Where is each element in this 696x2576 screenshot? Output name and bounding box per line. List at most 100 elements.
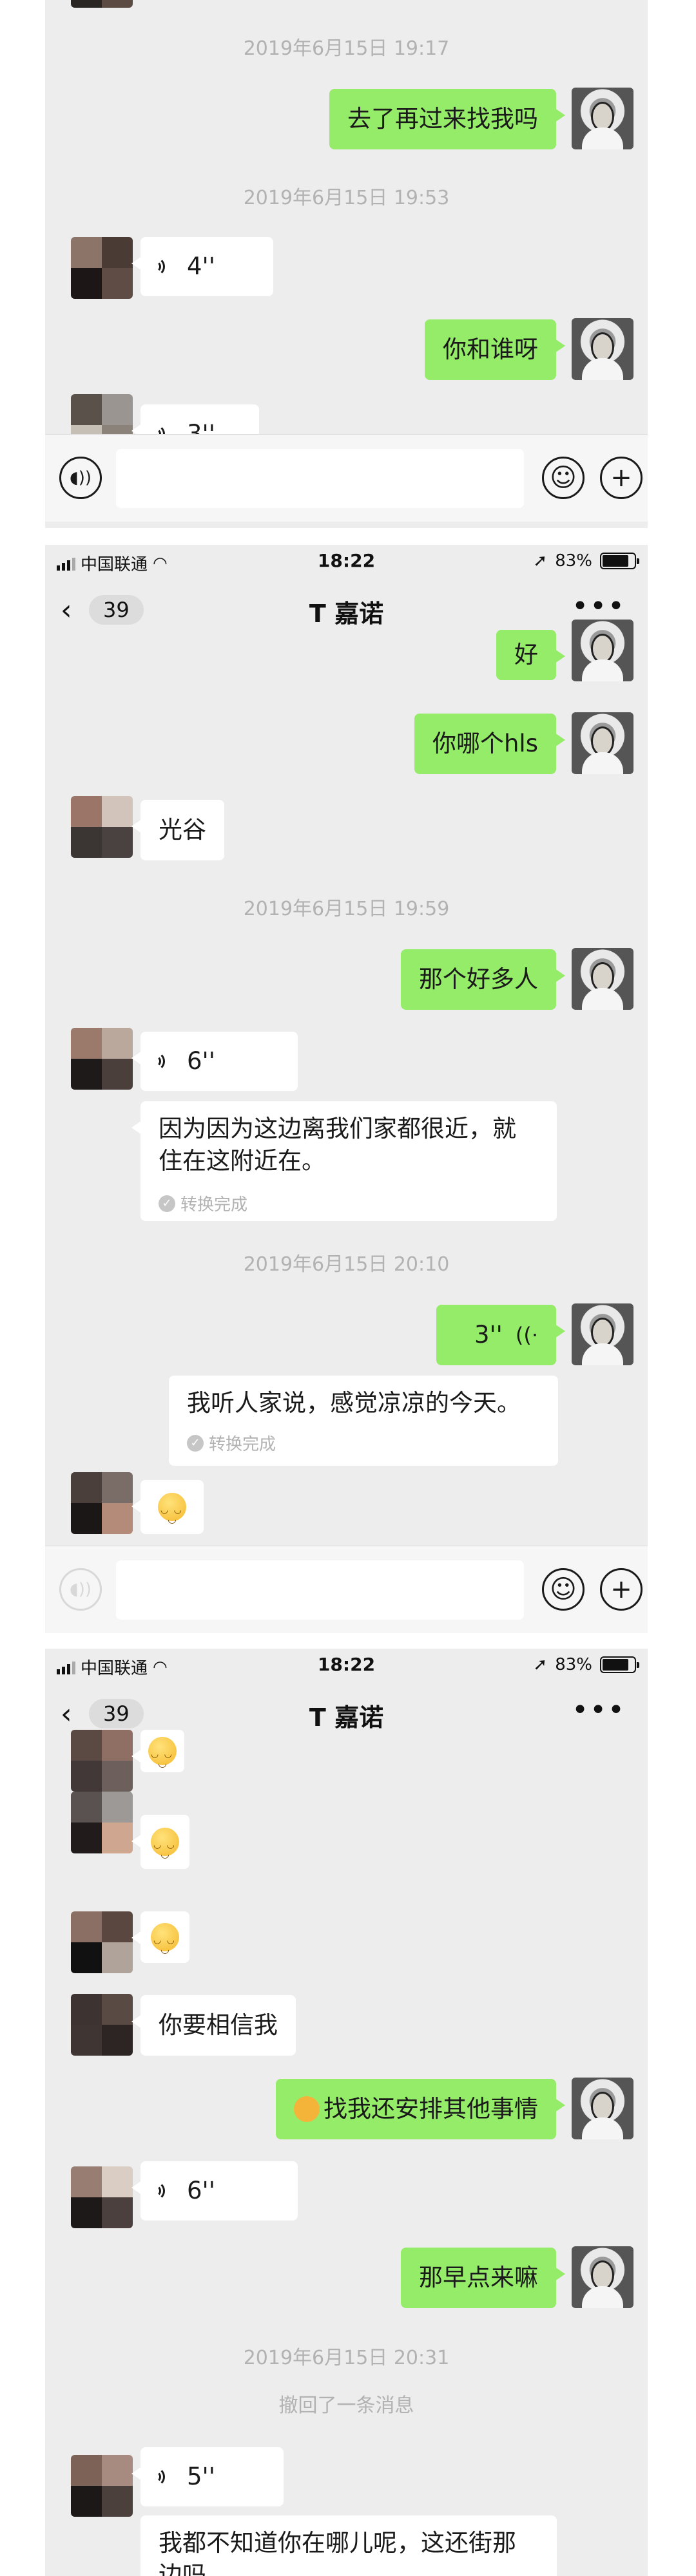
my-message-bubble[interactable]: 去了再过来找我吗 <box>329 89 565 149</box>
timestamp: 2019年6月15日 20:31 <box>243 2347 450 2369</box>
contact-avatar[interactable] <box>71 1994 133 2056</box>
my-message-bubble[interactable]: 你哪个hls <box>414 714 566 774</box>
voice-wave-icon <box>159 2180 175 2202</box>
timestamp: 2019年6月15日 19:17 <box>243 37 450 60</box>
voice-duration: 5'' <box>187 2463 215 2490</box>
voice-wave-icon <box>159 2466 175 2488</box>
voice-transcript[interactable]: 因为因为这边离我们家都很近，就住在这附近在。 ✓ 转换完成 <box>131 1101 557 1221</box>
message-input[interactable] <box>116 1560 524 1620</box>
transcript-text: 因为因为这边离我们家都很近，就住在这附近在。 <box>159 1115 516 1175</box>
my-avatar[interactable] <box>572 1303 633 1365</box>
contact-avatar[interactable] <box>71 1792 133 1853</box>
voice-duration: 3'' <box>474 1321 503 1349</box>
status-right: ➚ 83% <box>533 1655 639 1674</box>
contact-avatar[interactable] <box>71 2455 133 2517</box>
contact-avatar[interactable] <box>71 1730 133 1792</box>
chat-panel-1: 2019年6月15日 19:17 去了再过来找我吗 2019年6月15日 19:… <box>45 0 648 528</box>
smile-emoji-icon <box>151 1828 179 1869</box>
timestamp: 2019年6月15日 19:53 <box>243 187 450 209</box>
status-text: 转换完成 <box>209 1435 276 1454</box>
contact-avatar[interactable] <box>71 796 133 858</box>
my-avatar[interactable] <box>572 948 633 1010</box>
voice-input-icon[interactable]: ◖)) <box>59 1568 102 1611</box>
emoji-icon[interactable]: ☺ <box>542 457 585 499</box>
smile-emoji-icon <box>151 1923 179 1964</box>
plus-icon[interactable]: + <box>600 1568 643 1611</box>
contact-avatar[interactable] <box>71 1911 133 1973</box>
my-message-bubble[interactable]: 那早点来嘛 <box>401 2248 565 2308</box>
smile-emoji-icon <box>148 1737 177 1778</box>
voice-message[interactable]: 6'' <box>131 2161 298 2221</box>
contact-avatar[interactable] <box>71 1028 133 1090</box>
timestamp: 2019年6月15日 20:10 <box>243 1253 450 1276</box>
angry-emoji-icon <box>294 2096 320 2122</box>
voice-duration: 6'' <box>187 1047 215 1075</box>
voice-message[interactable]: 6'' <box>131 1032 298 1091</box>
voice-message[interactable]: 4'' <box>131 237 273 296</box>
my-avatar[interactable] <box>572 88 633 149</box>
status-right: ➚ 83% <box>533 551 639 571</box>
contact-avatar[interactable] <box>71 1472 133 1534</box>
voice-message[interactable]: 5'' <box>131 2447 284 2506</box>
status-bar: 中国联通 ◠ 18:22 ➚ 83% <box>45 545 648 578</box>
my-message-bubble[interactable]: 找我还安排其他事情 <box>276 2079 565 2139</box>
sticker-message[interactable] <box>131 1480 204 1534</box>
plus-icon[interactable]: + <box>600 457 643 499</box>
sticker-message[interactable] <box>131 1911 189 1964</box>
my-avatar[interactable] <box>572 712 633 774</box>
message-text: 我都不知道你在哪儿呢，这还街那边吗。 <box>159 2529 516 2576</box>
my-voice-message[interactable]: 3'' ((· <box>436 1305 565 1365</box>
voice-wave-icon <box>159 1050 175 1072</box>
chat-title: T 嘉诺 <box>309 600 384 628</box>
battery-icon <box>600 553 639 569</box>
chat-title: T 嘉诺 <box>309 1703 384 1732</box>
emoji-icon[interactable]: ☺ <box>542 1568 585 1611</box>
my-avatar[interactable] <box>572 620 633 681</box>
contact-avatar[interactable] <box>71 2166 133 2228</box>
contact-avatar[interactable] <box>71 237 133 299</box>
transcript-text: 我听人家说，感觉凉凉的今天。 <box>187 1389 521 1417</box>
battery-percent: 83% <box>555 1655 592 1674</box>
message-input[interactable] <box>116 449 524 508</box>
message-text: 找我还安排其他事情 <box>324 2095 538 2123</box>
status-text: 转换完成 <box>180 1195 248 1215</box>
ellipsis-icon[interactable]: ••• <box>572 590 626 623</box>
input-toolbar: ◖)) ☺ + <box>45 434 648 522</box>
message-bubble[interactable]: 光谷 <box>131 800 224 860</box>
contact-avatar[interactable] <box>71 0 133 8</box>
chat-panel-3: 中国联通 ◠ 18:22 ➚ 83% ‹ 39 T 嘉诺 ••• 你要相信我 <box>45 1649 648 2576</box>
check-icon: ✓ <box>187 1434 204 1452</box>
status-bar: 中国联通 ◠ 18:22 ➚ 83% <box>45 1649 648 1682</box>
sticker-message[interactable] <box>131 1815 189 1869</box>
voice-transcript[interactable]: 我听人家说，感觉凉凉的今天。 ✓ 转换完成 <box>169 1376 558 1466</box>
message-text: 那早点来嘛 <box>419 2264 538 2291</box>
my-avatar[interactable] <box>572 2078 633 2139</box>
timestamp: 2019年6月15日 19:59 <box>243 898 450 920</box>
recall-notice: 撤回了一条消息 <box>278 2394 414 2417</box>
message-text: 你哪个hls <box>432 730 538 757</box>
ellipsis-icon[interactable]: ••• <box>572 1694 626 1727</box>
my-message-bubble[interactable]: 那个好多人 <box>401 949 565 1010</box>
message-bubble[interactable]: 你要相信我 <box>131 1995 296 2056</box>
my-avatar[interactable] <box>572 2246 633 2308</box>
battery-icon <box>600 1656 639 1673</box>
my-message-bubble[interactable]: 好 <box>496 630 565 680</box>
battery-percent: 83% <box>555 551 592 571</box>
message-bubble[interactable]: 我都不知道你在哪儿呢，这还街那边吗。 <box>140 2515 557 2576</box>
sticker-message[interactable] <box>131 1730 184 1778</box>
transcript-status: ✓ 转换完成 <box>187 1431 276 1455</box>
message-text: 你和谁呀 <box>443 336 538 363</box>
chat-panel-2: 中国联通 ◠ 18:22 ➚ 83% ‹ 39 T 嘉诺 ••• 好 你哪个hl… <box>45 545 648 1633</box>
my-message-bubble[interactable]: 你和谁呀 <box>425 319 565 380</box>
my-avatar[interactable] <box>572 318 633 380</box>
check-icon: ✓ <box>159 1195 175 1212</box>
voice-duration: 6'' <box>187 2177 215 2204</box>
message-text: 你要相信我 <box>159 2011 278 2039</box>
smile-emoji-icon <box>158 1493 186 1534</box>
voice-input-icon[interactable]: ◖)) <box>59 457 102 499</box>
message-text: 好 <box>514 641 538 668</box>
input-toolbar: ◖)) ☺ + <box>45 1546 648 1633</box>
chat-header: ‹ 39 T 嘉诺 ••• <box>45 578 648 643</box>
voice-duration: 4'' <box>187 252 215 280</box>
voice-wave-icon <box>159 256 175 278</box>
